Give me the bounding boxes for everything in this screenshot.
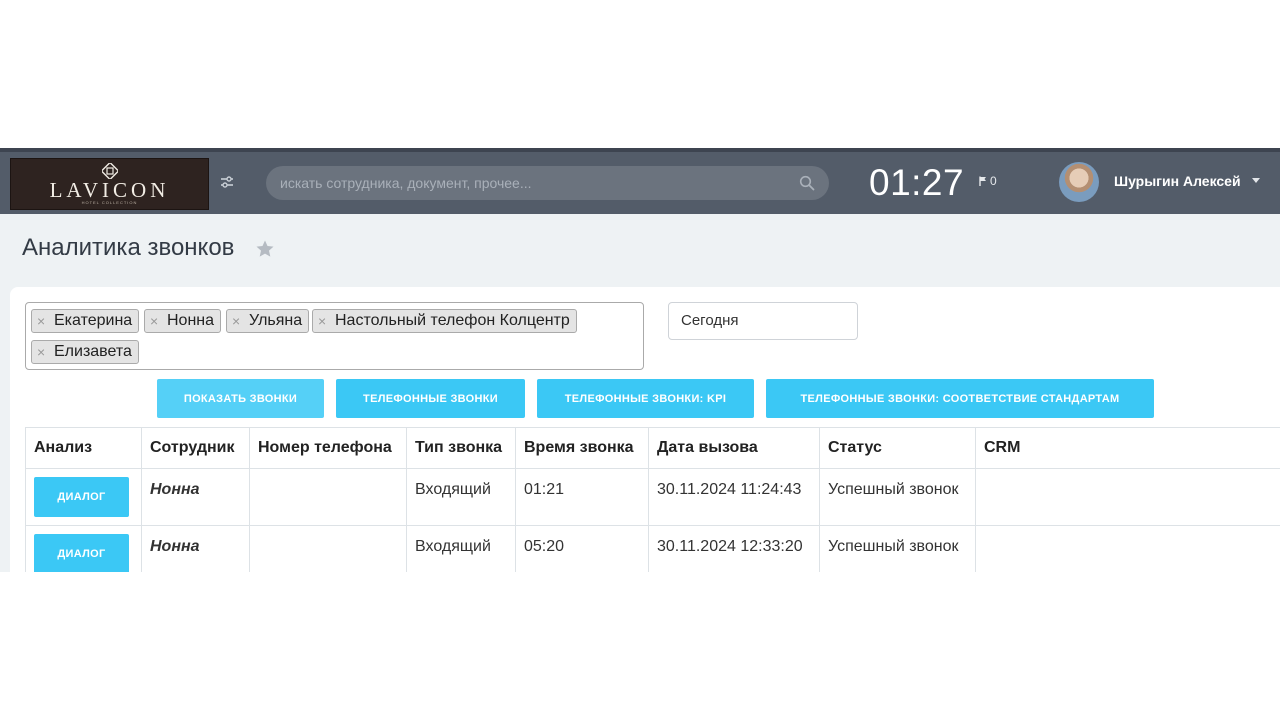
search-input[interactable] — [280, 166, 790, 200]
employee-tag-label: Ульяна — [249, 312, 303, 329]
app-screen: LAVICON HOTEL COLLECTION 01:27 0 Ш — [0, 148, 1280, 572]
call-date-cell: 30.11.2024 12:33:20 — [648, 525, 820, 572]
table-header-row: Анализ Сотрудник Номер телефона Тип звон… — [25, 427, 1280, 469]
clock[interactable]: 01:27 — [869, 162, 964, 204]
status-cell: Успешный звонок — [819, 468, 976, 526]
user-avatar — [1059, 162, 1099, 202]
remove-tag-icon[interactable]: × — [37, 310, 45, 332]
call-duration-cell: 01:21 — [515, 468, 649, 526]
column-header[interactable]: Номер телефона — [249, 427, 407, 469]
call-duration-cell: 05:20 — [515, 525, 649, 572]
analysis-cell: ДИАЛОГ — [25, 525, 142, 572]
show-calls-button[interactable]: Показать звонки — [157, 379, 324, 418]
column-header[interactable]: Статус — [819, 427, 976, 469]
remove-tag-icon[interactable]: × — [37, 341, 45, 363]
calls-table: Анализ Сотрудник Номер телефона Тип звон… — [25, 427, 1280, 572]
star-icon[interactable] — [255, 239, 275, 259]
call-date-cell: 30.11.2024 11:24:43 — [648, 468, 820, 526]
status-cell: Успешный звонок — [819, 525, 976, 572]
remove-tag-icon[interactable]: × — [232, 310, 240, 332]
employee-multiselect[interactable]: × Екатерина × Нонна × Ульяна × Настольны… — [25, 302, 644, 370]
logo-mark-icon — [102, 163, 118, 179]
phone-calls-standards-button[interactable]: Телефонные звонки: соответствие стандарт… — [766, 379, 1154, 418]
column-header[interactable]: Время звонка — [515, 427, 649, 469]
call-type-cell: Входящий — [406, 468, 516, 526]
user-name: Шурыгин Алексей — [1114, 173, 1241, 189]
flag-counter[interactable]: 0 — [979, 174, 997, 188]
analysis-cell: ДИАЛОГ — [25, 468, 142, 526]
employee-tag: × Ульяна — [226, 309, 310, 333]
search-icon[interactable] — [799, 175, 815, 191]
flag-count: 0 — [990, 174, 997, 188]
employee-tag: × Нонна — [144, 309, 222, 333]
column-header[interactable]: Тип звонка — [406, 427, 516, 469]
employee-tag: × Екатерина — [31, 309, 140, 333]
table-row: ДИАЛОГ Нонна Входящий 05:20 30.11.2024 1… — [25, 525, 1280, 572]
employee-cell: Нонна — [141, 468, 250, 526]
column-header[interactable]: Анализ — [25, 427, 142, 469]
table-row: ДИАЛОГ Нонна Входящий 01:21 30.11.2024 1… — [25, 468, 1280, 526]
phone-cell — [249, 525, 407, 572]
phone-calls-kpi-button[interactable]: Телефонные звонки: KPI — [537, 379, 754, 418]
flag-icon — [979, 176, 986, 186]
crm-cell — [975, 468, 1280, 526]
page-title: Аналитика звонков — [22, 234, 235, 261]
dialog-button[interactable]: ДИАЛОГ — [34, 477, 129, 517]
phone-calls-button[interactable]: Телефонные звонки — [336, 379, 525, 418]
global-search — [266, 166, 829, 200]
employee-tag: × Настольный телефон Колцентр — [312, 309, 577, 333]
dialog-button[interactable]: ДИАЛОГ — [34, 534, 129, 572]
phone-cell — [249, 468, 407, 526]
workarea: × Екатерина × Нонна × Ульяна × Настольны… — [10, 287, 1280, 572]
period-select[interactable]: Сегодня — [668, 302, 858, 340]
logo-subtitle: HOTEL COLLECTION — [81, 200, 138, 205]
call-type-cell: Входящий — [406, 525, 516, 572]
employee-tag-label: Настольный телефон Колцентр — [335, 312, 570, 329]
column-header[interactable]: CRM — [975, 427, 1280, 469]
employee-tag: × Елизавета — [31, 340, 139, 364]
column-header[interactable]: Дата вызова — [648, 427, 820, 469]
company-logo[interactable]: LAVICON HOTEL COLLECTION — [10, 158, 209, 210]
crm-cell — [975, 525, 1280, 572]
employee-cell: Нонна — [141, 525, 250, 572]
filter-sliders-icon[interactable] — [219, 174, 235, 190]
employee-tag-label: Нонна — [167, 312, 215, 329]
top-bar: LAVICON HOTEL COLLECTION 01:27 0 Ш — [0, 148, 1280, 214]
employee-tag-label: Екатерина — [54, 312, 133, 329]
column-header[interactable]: Сотрудник — [141, 427, 250, 469]
employee-tag-label: Елизавета — [54, 343, 132, 360]
remove-tag-icon[interactable]: × — [318, 310, 326, 332]
chevron-down-icon — [1252, 178, 1260, 183]
remove-tag-icon[interactable]: × — [150, 310, 158, 332]
